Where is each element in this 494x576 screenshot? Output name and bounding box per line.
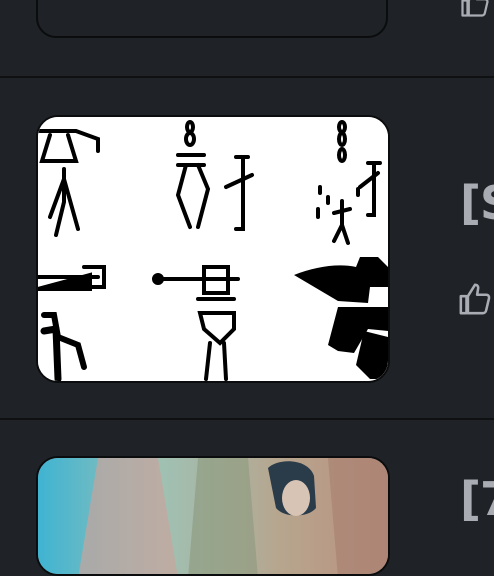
post-title-3[interactable]: [7 bbox=[460, 472, 494, 526]
thumbs-up-icon[interactable] bbox=[460, 0, 490, 18]
post-image-1[interactable] bbox=[36, 0, 388, 38]
post-divider bbox=[0, 418, 494, 420]
post-title-2[interactable]: [S bbox=[460, 176, 494, 230]
post-feed: [S [7 bbox=[0, 0, 494, 576]
post-image-3[interactable] bbox=[36, 456, 390, 576]
thumbs-up-icon[interactable] bbox=[458, 282, 492, 316]
post-divider bbox=[0, 76, 494, 78]
post-image-2[interactable] bbox=[36, 115, 390, 383]
